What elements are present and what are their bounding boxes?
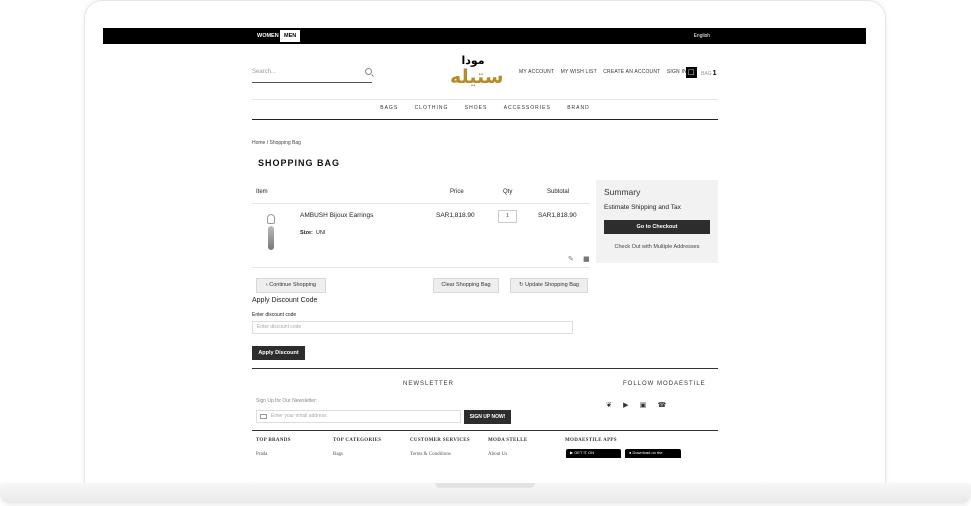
nav-shoes[interactable]: SHOES (465, 105, 488, 111)
wish-list-link[interactable]: MY WISH LIST (561, 69, 597, 75)
continue-label: Continue Shopping (269, 282, 317, 288)
breadcrumb[interactable]: Home / Shopping Bag (252, 140, 301, 146)
browser-screen: WOMEN MEN English Search... مودا ستيله M… (103, 28, 866, 458)
nav-divider (252, 119, 718, 120)
trash-icon[interactable]: ■ (583, 255, 590, 263)
edit-icon[interactable]: ✎ (568, 255, 574, 263)
footer-col-apps: MODAESTILE APPS (565, 438, 617, 443)
update-label: Update Shopping Bag (525, 282, 579, 288)
bag-text: BAG (701, 71, 712, 77)
page-title: SHOPPING BAG (258, 158, 341, 168)
multi-address-link[interactable]: Check Out with Multiple Addresses (596, 244, 718, 250)
apply-discount-button[interactable]: Apply Discount (252, 346, 305, 360)
bag-label[interactable]: BAG1 (701, 70, 716, 77)
language-selector[interactable]: English (694, 33, 710, 39)
table-row: AMBUSH Bijoux Earrings Size: UNI SAR1,818… (252, 204, 590, 268)
discount-code-input[interactable]: Enter discount code (252, 321, 573, 334)
checkout-button[interactable]: Go to Checkout (604, 220, 710, 234)
nav-clothing[interactable]: CLOTHING (415, 105, 449, 111)
footer-col-categories: TOP CATEGORIES Bags (333, 438, 381, 457)
footer-heading-apps: MODAESTILE APPS (565, 438, 617, 443)
size-value: UNI (315, 230, 326, 236)
footer-col-services: CUSTOMER SERVICES Terms & Conditions (410, 438, 470, 457)
instagram-icon[interactable]: ▣ (640, 401, 647, 409)
footer-col-moda: MODA STELLE About Us (488, 438, 528, 457)
newsletter-subtitle: Sign Up for Our Newsletter: (256, 398, 318, 404)
header-price: Price (450, 189, 464, 195)
cart-table-header: Item Price Qty Subtotal (252, 180, 590, 204)
social-icons: ❦ ▶ ▣ ☎ (606, 401, 675, 409)
footer-link-terms[interactable]: Terms & Conditions (410, 452, 470, 457)
continue-shopping-button[interactable]: ‹ Continue Shopping (256, 278, 326, 293)
product-size: Size: UNI (300, 230, 325, 236)
footer-link-bags[interactable]: Bags (333, 452, 381, 457)
order-summary: Summary Estimate Shipping and Tax Go to … (596, 180, 718, 263)
newsletter-title: NEWSLETTER (403, 381, 455, 387)
search-input[interactable]: Search... (252, 69, 276, 75)
discount-title[interactable]: Apply Discount Code (252, 297, 317, 304)
size-label: Size: (300, 230, 313, 236)
twitter-icon[interactable]: ❦ (606, 401, 612, 409)
app-store-badge[interactable]: ● Download on the (625, 449, 681, 458)
footer-heading-services: CUSTOMER SERVICES (410, 438, 470, 443)
tab-women[interactable]: WOMEN (253, 30, 283, 42)
envelope-icon (260, 414, 267, 419)
footer-link-about[interactable]: About Us (488, 452, 528, 457)
follow-title: FOLLOW MODAESTILE (623, 381, 706, 387)
newsletter-email-input[interactable]: Enter your email address (256, 410, 461, 423)
create-account-link[interactable]: CREATE AN ACCOUNT (603, 69, 660, 75)
app-store-label: Download on the (632, 450, 663, 455)
footer-link-prada[interactable]: Prada (256, 452, 291, 457)
update-bag-button[interactable]: ↻ Update Shopping Bag (510, 278, 588, 293)
site-logo[interactable]: مودا ستيله (450, 55, 504, 89)
tab-men[interactable]: MEN (280, 30, 301, 42)
discount-label: Enter discount code (252, 312, 297, 318)
top-bar: WOMEN MEN English (103, 28, 866, 44)
sign-in-link[interactable]: SIGN IN (667, 69, 687, 75)
laptop-notch (435, 483, 535, 488)
header-subtotal: Subtotal (547, 189, 570, 195)
nav-brand[interactable]: BRAND (567, 105, 590, 111)
estimate-shipping-toggle[interactable]: Estimate Shipping and Tax (604, 204, 681, 211)
cart-glyph: □ (688, 68, 695, 76)
product-image[interactable] (264, 214, 278, 252)
search-icon[interactable] (365, 68, 372, 75)
footer-heading-moda: MODA STELLE (488, 438, 528, 443)
product-price: SAR1,818.90 (436, 212, 475, 219)
earring-hoop (267, 214, 275, 224)
google-play-badge[interactable]: ▶ GET IT ON (566, 449, 621, 458)
bag-count: 1 (712, 70, 717, 77)
nav-bags[interactable]: BAGS (380, 105, 398, 111)
signup-button[interactable]: SIGN UP NOW! (464, 410, 511, 424)
summary-title: Summary (604, 187, 641, 197)
footer-col-brands: TOP BRANDS Prada (256, 438, 291, 457)
earring-drop (268, 226, 274, 250)
whatsapp-icon[interactable]: ☎ (658, 401, 667, 409)
my-account-link[interactable]: MY ACCOUNT (519, 69, 554, 75)
youtube-icon[interactable]: ▶ (623, 401, 628, 409)
header-divider (252, 99, 718, 100)
main-nav: BAGS CLOTHING SHOES ACCESSORIES BRAND (252, 105, 718, 111)
search-box[interactable]: Search... (252, 66, 372, 83)
clear-bag-button[interactable]: Clear Shopping Bag (433, 278, 499, 293)
account-links: MY ACCOUNT MY WISH LIST CREATE AN ACCOUN… (519, 69, 692, 75)
footer-heading-categories: TOP CATEGORIES (333, 438, 382, 443)
logo-line-2: ستيله (450, 66, 504, 88)
product-name[interactable]: AMBUSH Bijoux Earrings (300, 212, 373, 219)
product-subtotal: SAR1,818.90 (538, 212, 577, 219)
header-item: Item (256, 189, 268, 195)
quantity-input[interactable]: 1 (498, 210, 517, 223)
header-qty: Qty (503, 189, 513, 195)
footer-divider-2 (252, 430, 718, 431)
footer-heading-brands: TOP BRANDS (256, 438, 291, 443)
google-play-label: GET IT ON (574, 450, 595, 455)
nav-accessories[interactable]: ACCESSORIES (504, 105, 551, 111)
footer-divider (252, 368, 718, 369)
